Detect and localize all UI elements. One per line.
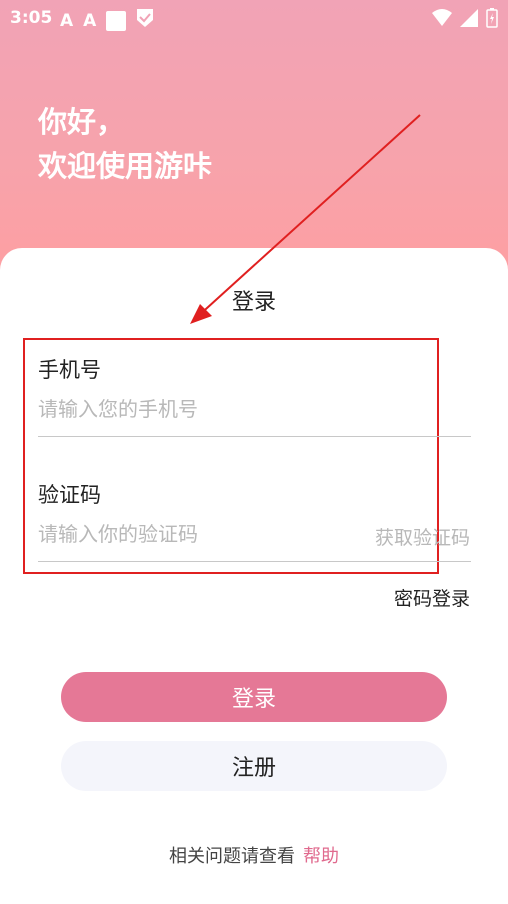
annotation-arrow bbox=[190, 114, 421, 324]
